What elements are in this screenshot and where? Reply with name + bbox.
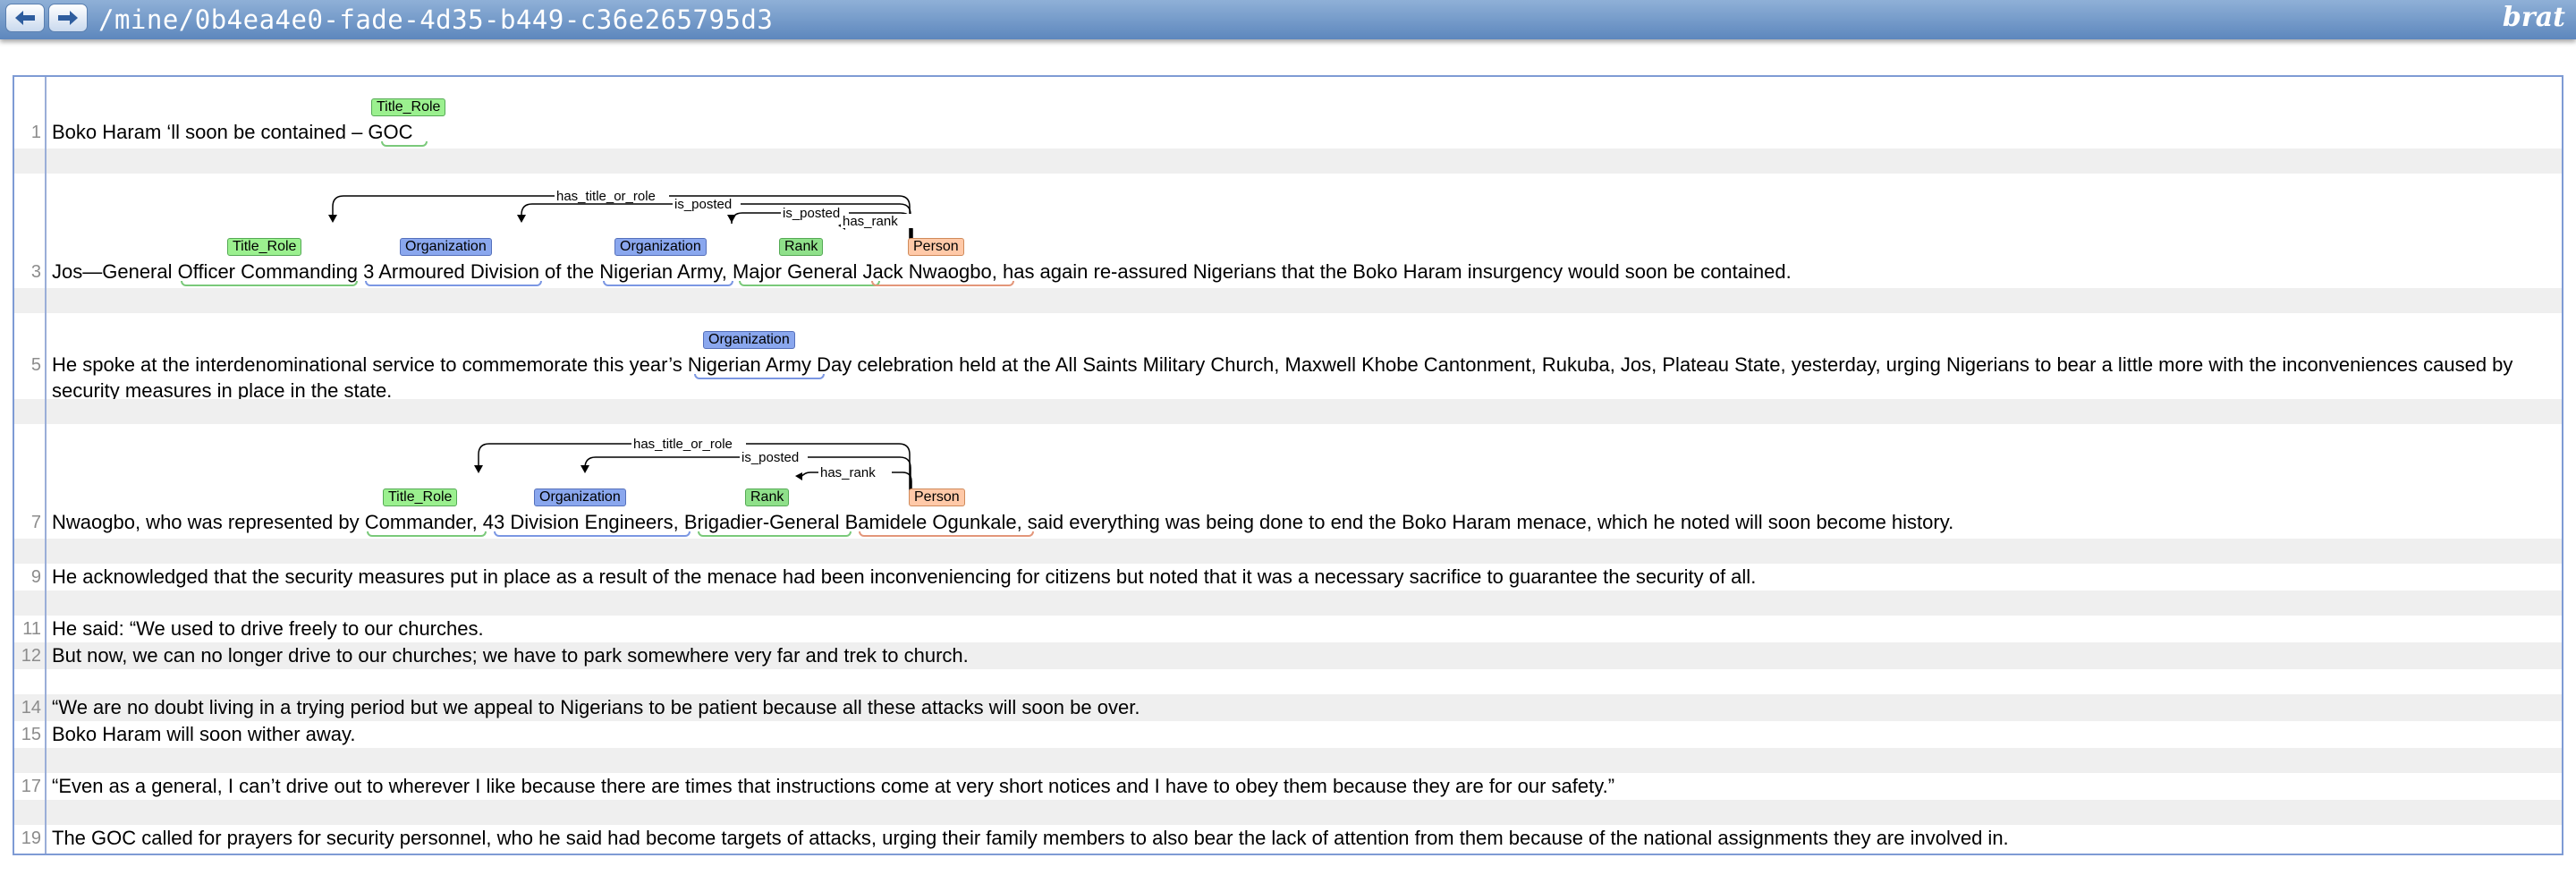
forward-button[interactable] xyxy=(48,4,88,32)
sentence-text[interactable]: Jos—General Officer Commanding 3 Armoure… xyxy=(52,260,1792,284)
sentence-text[interactable]: He said: “We used to drive freely to our… xyxy=(52,617,484,641)
sentence-text[interactable]: Boko Haram will soon wither away. xyxy=(52,723,356,746)
sentence-row-2 xyxy=(14,149,2562,174)
line-number: 3 xyxy=(30,262,41,282)
relation-label-is-posted[interactable]: is_posted xyxy=(741,450,799,465)
document-view: Title_Role 1 Boko Haram ‘ll soon be cont… xyxy=(13,75,2563,855)
sentence-row-18 xyxy=(14,800,2562,825)
relation-label-has-rank[interactable]: has_rank xyxy=(843,214,898,229)
line-number: 1 xyxy=(30,123,41,142)
sentence-text[interactable]: Boko Haram ‘ll soon be contained – GOC xyxy=(52,121,413,144)
line-number: 7 xyxy=(30,513,41,532)
sentence-row-13 xyxy=(14,669,2562,694)
relation-label-has-title-or-role[interactable]: has_title_or_role xyxy=(556,189,656,204)
sentence-row-14: 14 “We are no doubt living in a trying p… xyxy=(14,694,2562,721)
relation-label-has-title-or-role[interactable]: has_title_or_role xyxy=(633,437,733,452)
line-number-divider xyxy=(45,77,47,854)
header-bar: /mine/0b4ea4e0-fade-4d35-b449-c36e265795… xyxy=(0,0,2576,39)
line-number: 5 xyxy=(30,355,41,375)
line-number: 14 xyxy=(21,698,41,718)
span-label-title-role[interactable]: Title_Role xyxy=(227,238,302,256)
arrow-left-icon xyxy=(15,11,35,25)
relation-label-has-rank[interactable]: has_rank xyxy=(820,465,876,480)
relation-label-is-posted[interactable]: is_posted xyxy=(674,197,732,212)
sentence-row-9: 9 He acknowledged that the security meas… xyxy=(14,564,2562,590)
span-label-person[interactable]: Person xyxy=(909,488,965,506)
sentence-row-4 xyxy=(14,288,2562,313)
sentence-text[interactable]: The GOC called for prayers for security … xyxy=(52,827,2009,850)
sentence-text[interactable]: He spoke at the interdenominational serv… xyxy=(52,353,2512,377)
sentence-row-6 xyxy=(14,399,2562,424)
sentence-row-8 xyxy=(14,539,2562,564)
sentence-row-10 xyxy=(14,590,2562,616)
line-number: 9 xyxy=(30,567,41,587)
sentence-text[interactable]: He acknowledged that the security measur… xyxy=(52,565,1756,589)
line-number: 17 xyxy=(21,777,41,796)
span-label-rank[interactable]: Rank xyxy=(779,238,824,256)
span-label-rank[interactable]: Rank xyxy=(745,488,790,506)
arrow-right-icon xyxy=(58,11,78,25)
span-label-organization[interactable]: Organization xyxy=(614,238,707,256)
sentence-text[interactable]: “We are no doubt living in a trying peri… xyxy=(52,696,1140,719)
sentence-row-15: 15 Boko Haram will soon wither away. xyxy=(14,721,2562,748)
sentence-text[interactable]: Nwaogbo, who was represented by Commande… xyxy=(52,511,1953,534)
span-label-organization[interactable]: Organization xyxy=(400,238,492,256)
sentence-row-11: 11 He said: “We used to drive freely to … xyxy=(14,616,2562,642)
sentence-row-16 xyxy=(14,748,2562,773)
sentence-text[interactable]: “Even as a general, I can’t drive out to… xyxy=(52,775,1614,798)
span-label-title-role[interactable]: Title_Role xyxy=(371,98,446,116)
span-label-organization[interactable]: Organization xyxy=(703,331,795,349)
span-label-title-role[interactable]: Title_Role xyxy=(383,488,458,506)
sentence-row-3: has_title_or_role is_posted is_posted ha… xyxy=(14,174,2562,288)
brat-logo: brat xyxy=(2502,2,2565,33)
line-number: 15 xyxy=(21,725,41,744)
document-path: /mine/0b4ea4e0-fade-4d35-b449-c36e265795… xyxy=(98,4,774,35)
relation-label-is-posted[interactable]: is_posted xyxy=(783,206,840,221)
back-button[interactable] xyxy=(5,4,45,32)
span-label-person[interactable]: Person xyxy=(908,238,964,256)
sentence-row-7: has_title_or_role is_posted has_rank Tit… xyxy=(14,424,2562,539)
sentence-row-5: Organization 5 He spoke at the interdeno… xyxy=(14,313,2562,402)
span-label-organization[interactable]: Organization xyxy=(534,488,626,506)
line-number: 19 xyxy=(21,828,41,848)
sentence-row-17: 17 “Even as a general, I can’t drive out… xyxy=(14,773,2562,800)
line-number: 11 xyxy=(22,619,41,639)
line-number: 12 xyxy=(21,646,41,666)
sentence-row-1: Title_Role 1 Boko Haram ‘ll soon be cont… xyxy=(14,77,2562,149)
sentence-text[interactable]: But now, we can no longer drive to our c… xyxy=(52,644,969,667)
sentence-row-19: 19 The GOC called for prayers for securi… xyxy=(14,825,2562,854)
sentence-row-12: 12 But now, we can no longer drive to ou… xyxy=(14,642,2562,669)
